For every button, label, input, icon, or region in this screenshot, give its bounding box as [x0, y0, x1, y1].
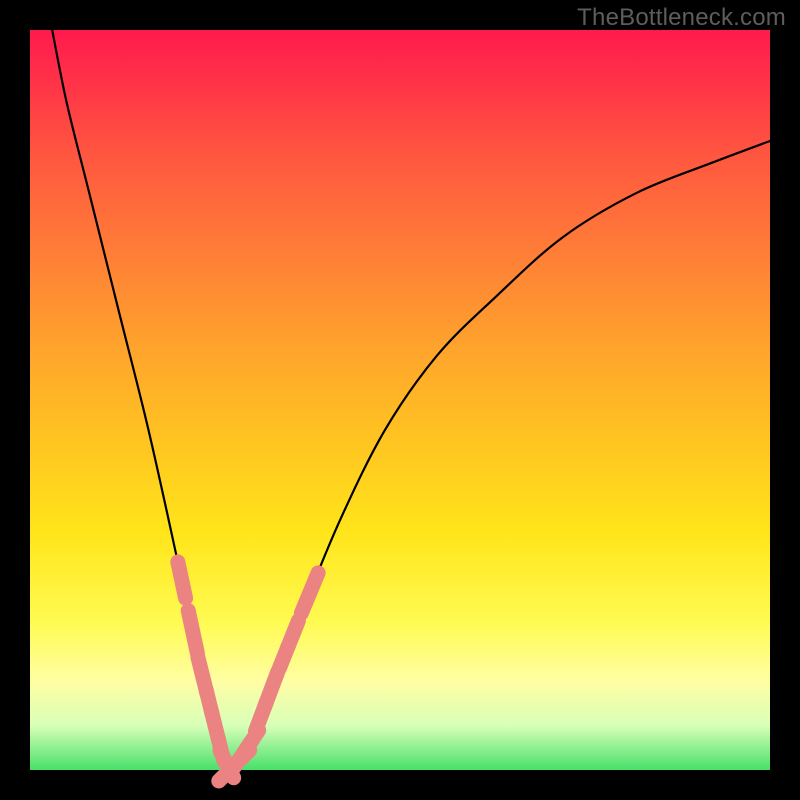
marker-group — [169, 553, 328, 792]
curve-marker — [292, 563, 328, 623]
chart-canvas: TheBottleneck.com — [0, 0, 800, 800]
curve-marker — [169, 553, 195, 607]
watermark-text: TheBottleneck.com — [577, 4, 786, 32]
plot-area — [30, 30, 770, 770]
bottleneck-curve — [52, 30, 770, 770]
curve-svg — [30, 30, 770, 770]
